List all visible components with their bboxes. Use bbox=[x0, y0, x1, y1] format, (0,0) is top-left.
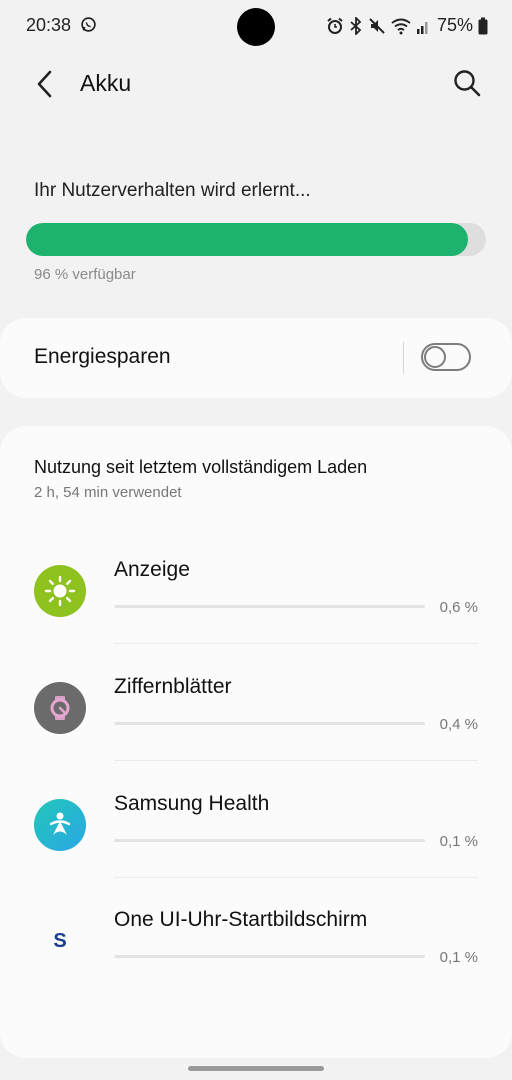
back-button[interactable] bbox=[32, 68, 58, 100]
status-icons: 75% bbox=[326, 15, 488, 36]
power-saving-label: Energiesparen bbox=[34, 345, 171, 368]
app-header: Akku bbox=[0, 56, 512, 112]
divider bbox=[403, 342, 404, 374]
home-indicator[interactable] bbox=[188, 1066, 324, 1071]
app-usage-bar bbox=[114, 955, 425, 958]
app-row-ziffernblaetter[interactable]: Ziffernblätter 0,4 % bbox=[0, 645, 512, 761]
usage-subtitle: 2 h, 54 min verwendet bbox=[34, 484, 182, 501]
app-usage-bar bbox=[114, 605, 425, 608]
learning-text: Ihr Nutzerverhalten wird erlernt... bbox=[34, 180, 311, 201]
app-usage-percent: 0,1 % bbox=[439, 949, 478, 966]
battery-level-fill bbox=[26, 223, 468, 256]
app-usage-bar bbox=[114, 839, 425, 842]
app-usage-percent: 0,4 % bbox=[439, 716, 478, 733]
toggle-knob bbox=[424, 346, 446, 368]
row-divider bbox=[114, 643, 478, 644]
app-name: Ziffernblätter bbox=[114, 675, 232, 698]
mute-icon bbox=[369, 17, 385, 34]
battery-level-bar bbox=[26, 223, 486, 256]
sun-icon bbox=[34, 565, 86, 617]
app-usage-bar bbox=[114, 722, 425, 725]
wifi-icon bbox=[391, 18, 411, 34]
usage-card: Nutzung seit letztem vollständigem Laden… bbox=[0, 426, 512, 1058]
whatsapp-icon bbox=[81, 17, 96, 32]
app-name: Anzeige bbox=[114, 558, 190, 581]
bluetooth-icon bbox=[350, 16, 362, 35]
search-icon[interactable] bbox=[452, 68, 482, 98]
row-divider bbox=[114, 760, 478, 761]
app-usage-percent: 0,1 % bbox=[439, 833, 478, 850]
app-row-one-ui-watch-home[interactable]: S One UI-Uhr-Startbildschirm 0,1 % bbox=[0, 878, 512, 994]
app-row-anzeige[interactable]: Anzeige 0,6 % bbox=[0, 528, 512, 644]
page-title: Akku bbox=[80, 70, 132, 96]
power-saving-card[interactable]: Energiesparen bbox=[0, 318, 512, 398]
app-row-samsung-health[interactable]: Samsung Health 0,1 % bbox=[0, 762, 512, 878]
battery-icon bbox=[478, 17, 488, 34]
front-camera bbox=[237, 8, 275, 46]
usage-title: Nutzung seit letztem vollständigem Laden bbox=[34, 457, 368, 477]
power-saving-toggle[interactable] bbox=[421, 343, 471, 371]
status-time: 20:38 bbox=[26, 15, 72, 35]
signal-icon bbox=[416, 21, 428, 34]
alarm-icon bbox=[327, 17, 343, 34]
battery-percent: 75% bbox=[436, 15, 473, 35]
battery-available-text: 96 % verfügbar bbox=[34, 266, 136, 283]
app-name: Samsung Health bbox=[114, 792, 270, 815]
app-name: One UI-Uhr-Startbildschirm bbox=[114, 908, 368, 931]
samsung-health-icon bbox=[34, 799, 86, 851]
app-usage-percent: 0,6 % bbox=[439, 599, 478, 616]
samsung-s-icon: S bbox=[53, 929, 67, 952]
watchface-icon bbox=[34, 682, 86, 734]
